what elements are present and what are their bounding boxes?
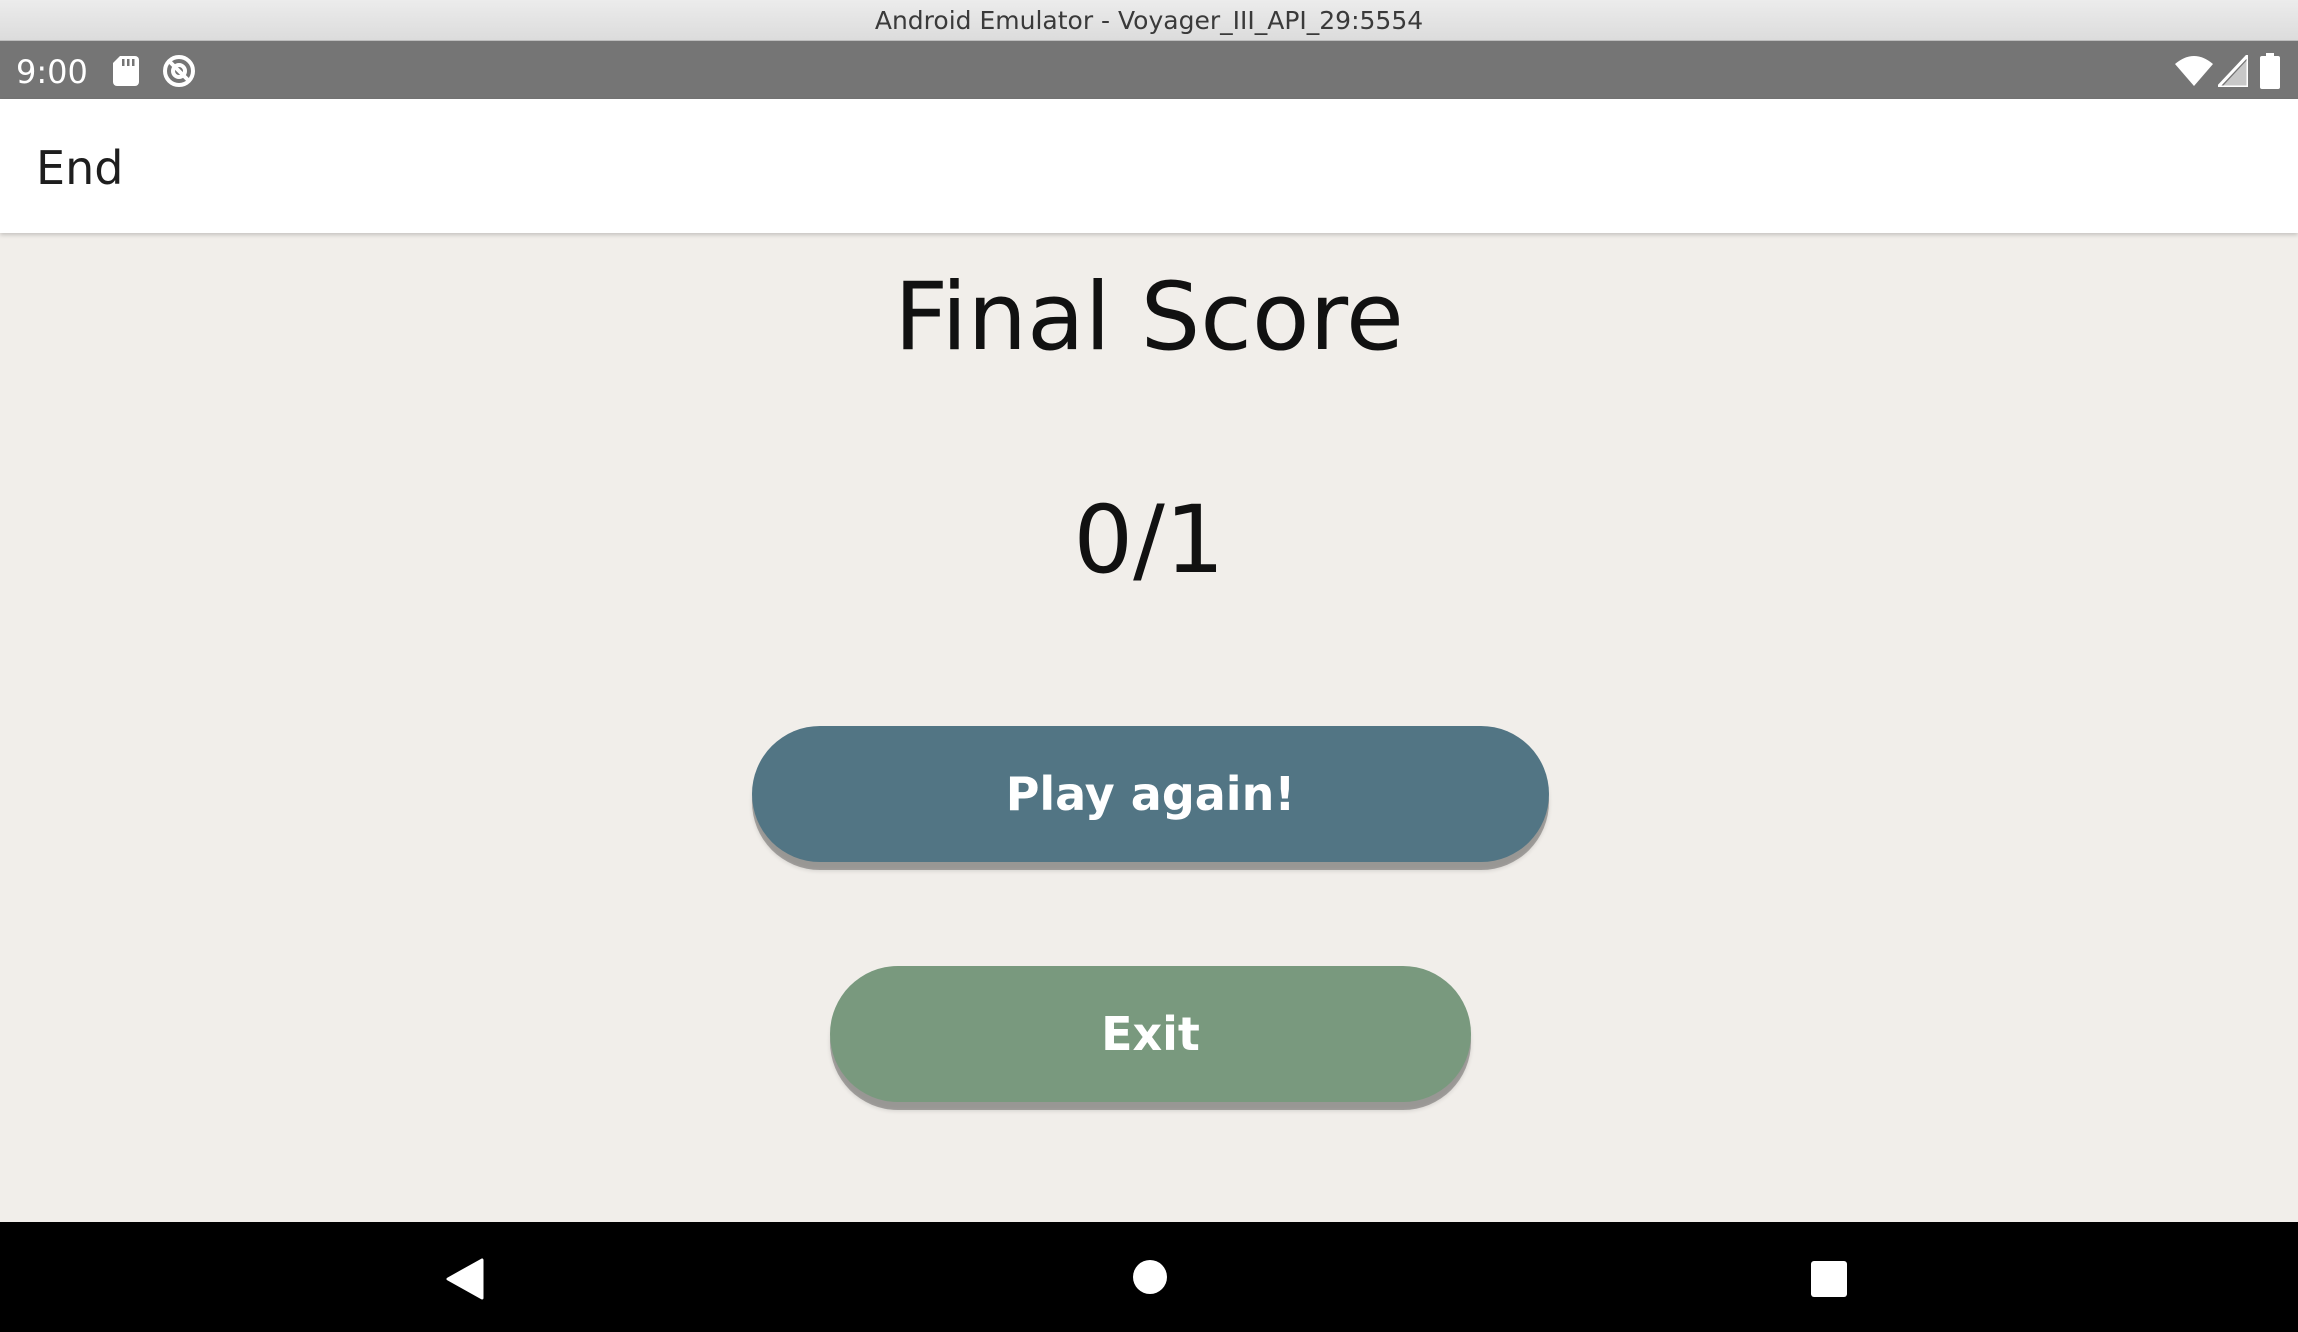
status-time: 9:00 [16,53,88,91]
back-icon[interactable] [446,1258,486,1300]
emulator-window: Android Emulator - Voyager_III_API_29:55… [0,0,2298,1332]
home-icon[interactable] [1132,1259,1168,1295]
exit-button[interactable]: Exit [830,966,1471,1102]
window-title: Android Emulator - Voyager_III_API_29:55… [874,5,1424,35]
score-value: 0/1 [1073,486,1225,595]
final-score-heading: Final Score [894,263,1404,372]
recents-icon[interactable] [1811,1261,1847,1297]
signal-icon [2218,55,2248,87]
status-bar: 9:00 [0,41,2298,99]
app-bar: End [0,99,2298,233]
play-again-button[interactable]: Play again! [752,726,1549,862]
window-title-bar: Android Emulator - Voyager_III_API_29:55… [0,0,2298,41]
battery-icon [2260,53,2280,89]
sync-icon [163,55,195,87]
app-bar-title: End [36,141,124,195]
sd-card-icon [113,56,139,86]
navigation-bar [0,1222,2298,1332]
wifi-icon [2175,56,2213,86]
main-content: Final Score 0/1 Play again! Exit [0,233,2298,1222]
